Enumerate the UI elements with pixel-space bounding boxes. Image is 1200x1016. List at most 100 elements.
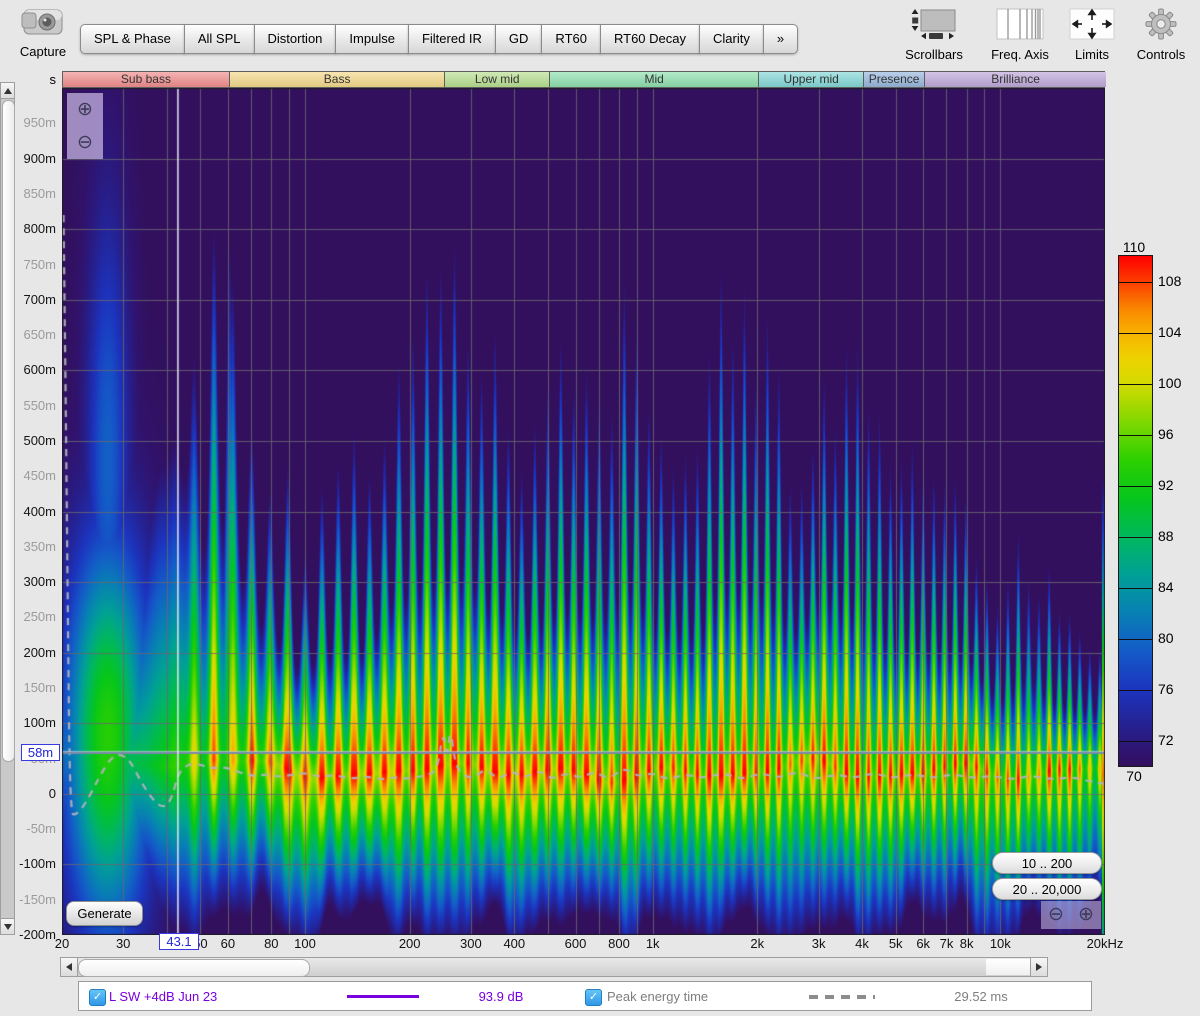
band-mid: Mid [549,72,758,87]
scroll-left-button[interactable] [60,957,78,977]
left-arrow-icon [66,963,72,971]
freq-range-button-20-20000[interactable]: 20 .. 20,000 [992,878,1102,900]
colorbar-max-label: 110 [1114,239,1154,255]
freq-range-button-10-200[interactable]: 10 .. 200 [992,852,1102,874]
tab-more[interactable]: » [763,24,798,54]
time-cursor-readout: 58m [21,744,60,761]
colorbar-tick-label: 104 [1158,324,1196,340]
freq-tick-label: 100 [277,936,333,951]
colorbar-tick-label: 88 [1158,528,1196,544]
capture-button[interactable]: Capture [10,4,76,59]
colorbar-tick-line [1119,282,1152,283]
scrollbars-icon [909,6,959,42]
band-low-mid: Low mid [444,72,549,87]
freq-tick-label: 30 [95,936,151,951]
tab-filtered-ir[interactable]: Filtered IR [408,24,496,54]
legend-value: 93.9 dB [457,989,545,1004]
freq-zoom-controls: ⊖ ⊕ [1041,901,1101,929]
vertical-scrollbar[interactable] [0,82,15,935]
scroll-right-button[interactable] [1030,957,1048,977]
scroll-down-button[interactable] [0,918,15,935]
scroll-up-button[interactable] [0,82,15,99]
tool-scrollbars-button[interactable]: Scrollbars [893,6,975,62]
freq-zoom-out-button[interactable]: ⊖ [1048,905,1064,925]
colorbar-tick-line [1119,588,1152,589]
band-brilliance: Brilliance [924,72,1106,87]
colorbar-tick-label: 84 [1158,579,1196,595]
colorbar-tick-line [1119,537,1152,538]
colorbar-gradient [1118,255,1153,767]
legend-label: Peak energy time [607,989,708,1004]
legend-label: L SW +4dB Jun 23 [109,989,217,1004]
colorbar-tick-label: 76 [1158,681,1196,697]
freq-tick-label: 10k [972,936,1028,951]
camera-icon [20,4,66,43]
colorbar-tick-line [1119,486,1152,487]
gear-icon [1143,6,1179,42]
tab-gd[interactable]: GD [495,24,543,54]
tool-label: Freq. Axis [991,47,1049,62]
tool-controls-button[interactable]: Controls [1123,6,1199,62]
colorbar-tick-label: 100 [1158,375,1196,391]
view-tabs: SPL & PhaseAll SPLDistortionImpulseFilte… [80,24,798,54]
time-zoom-in-button[interactable]: ⊕ [77,100,93,120]
spectrogram-plot[interactable]: ⊕ ⊖ Generate 10 .. 200 20 .. 20,000 ⊖ ⊕ [62,88,1105,935]
legend-checkbox-peak-energy-time[interactable]: ✓ [585,989,602,1006]
tab-all-spl[interactable]: All SPL [184,24,255,54]
colorbar-tick-line [1119,333,1152,334]
colorbar-tick-line [1119,690,1152,691]
freq-tick-label: 1k [625,936,681,951]
plot-overlay-canvas [62,88,1105,935]
tool-label: Controls [1137,47,1185,62]
capture-label: Capture [10,44,76,59]
right-arrow-icon [1036,963,1042,971]
band-bass: Bass [229,72,445,87]
legend-checkbox-l-sw-4db-jun-23[interactable]: ✓ [89,989,106,1006]
up-arrow-icon [4,88,12,94]
horizontal-scrollbar-thumb[interactable] [78,959,310,977]
colorbar-tick-label: 80 [1158,630,1196,646]
freq-tick-label: 20 [34,936,90,951]
horizontal-scrollbar[interactable] [60,957,1048,977]
tab-spl-phase[interactable]: SPL & Phase [80,24,185,54]
colorbar-tick-line [1119,435,1152,436]
freq-cursor-readout: 43.1 [159,933,199,950]
legend-value: 29.52 ms [931,989,1031,1004]
tool-label: Limits [1075,47,1109,62]
colorbar-tick-line [1119,741,1152,742]
tool-limits-button[interactable]: Limits [1061,6,1123,62]
legend-line-sample-solid [347,995,419,998]
tab-rt60[interactable]: RT60 [541,24,601,54]
down-arrow-icon [4,924,12,930]
colorbar-tick-label: 72 [1158,732,1196,748]
tab-impulse[interactable]: Impulse [335,24,409,54]
frequency-bands-strip: Sub bassBassLow midMidUpper midPresenceB… [62,71,1105,88]
y-axis-unit-label: s [30,72,56,87]
band-upper-mid: Upper mid [758,72,863,87]
freq-tick-label: 400 [486,936,542,951]
legend-bar: ✓L SW +4dB Jun 2393.9 dB✓Peak energy tim… [78,981,1092,1011]
tab-rt60-decay[interactable]: RT60 Decay [600,24,700,54]
freq-zoom-in-button[interactable]: ⊕ [1078,905,1094,925]
band-presence: Presence [863,72,924,87]
colorbar-tick-label: 92 [1158,477,1196,493]
freq-tick-label: 200 [382,936,438,951]
tool-freq-axis-button[interactable]: Freq. Axis [977,6,1063,62]
colorbar-tick-line [1119,639,1152,640]
generate-button[interactable]: Generate [66,901,143,926]
tab-distortion[interactable]: Distortion [254,24,337,54]
time-zoom-out-button[interactable]: ⊖ [77,133,93,153]
limits-icon [1069,6,1115,42]
band-sub-bass: Sub bass [63,72,229,87]
time-zoom-controls: ⊕ ⊖ [67,93,103,159]
tab-clarity[interactable]: Clarity [699,24,764,54]
tool-label: Scrollbars [905,47,963,62]
legend-line-sample-dashed [809,995,875,999]
colorbar-min-label: 70 [1114,768,1154,784]
vertical-scrollbar-thumb[interactable] [2,100,15,762]
horizontal-scrollbar-end-segment [986,959,1030,975]
freq-tick-label: 2k [729,936,785,951]
freq-axis-icon [996,6,1044,42]
app-window: Capture SPL & PhaseAll SPLDistortionImpu… [0,0,1200,1016]
freq-tick-label: 20kHz [1077,936,1133,951]
